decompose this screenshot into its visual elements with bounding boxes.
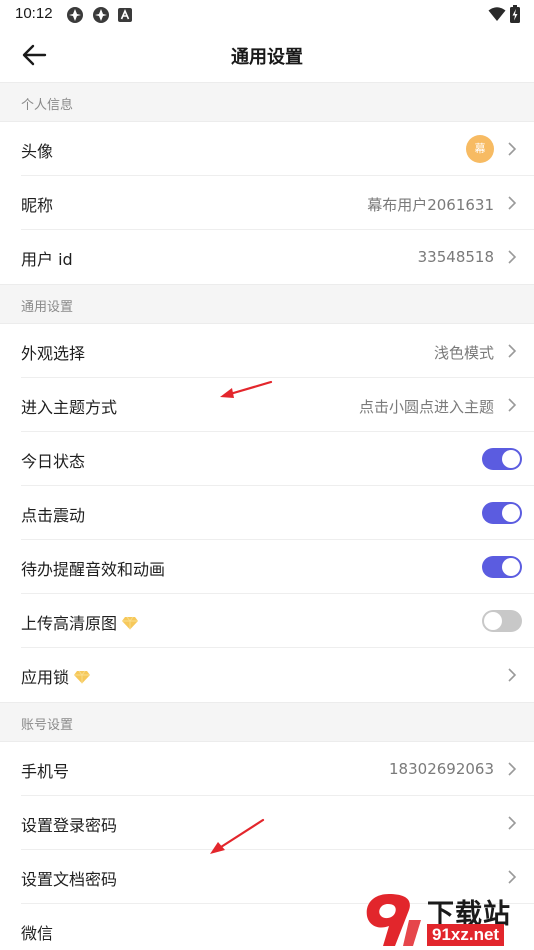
row-label: 上传高清原图 <box>21 610 139 634</box>
battery-charging-icon <box>510 5 520 23</box>
row-user-id[interactable]: 用户 id 33548518 <box>0 230 534 284</box>
row-avatar[interactable]: 头像 幕 <box>0 122 534 176</box>
section-header-account: 账号设置 <box>0 702 534 742</box>
section-title: 个人信息 <box>21 98 74 113</box>
chevron-right-icon <box>508 250 517 264</box>
row-todo-sound: 待办提醒音效和动画 <box>0 540 534 594</box>
row-label-text: 上传高清原图 <box>21 614 118 633</box>
nav-bar: 通用设置 <box>0 30 534 82</box>
toggle-knob <box>484 612 502 630</box>
row-app-lock[interactable]: 应用锁 <box>0 648 534 702</box>
row-phone[interactable]: 手机号 18302692063 <box>0 742 534 796</box>
row-value: 33548518 <box>417 248 494 266</box>
row-value: 点击小圆点进入主题 <box>358 398 494 416</box>
section-header-personal: 个人信息 <box>0 82 534 122</box>
row-label-text: 应用锁 <box>21 668 70 687</box>
row-label: 手机号 <box>21 762 70 781</box>
section-title: 通用设置 <box>21 300 74 315</box>
app-notification-icon <box>67 7 83 23</box>
watermark-domain: 91xz.net <box>427 924 505 946</box>
row-value: 幕布用户2061631 <box>367 196 494 214</box>
page-title: 通用设置 <box>231 47 303 68</box>
toggle-knob <box>502 504 520 522</box>
chevron-right-icon <box>508 816 517 830</box>
row-hd-upload: 上传高清原图 <box>0 594 534 648</box>
row-label: 应用锁 <box>21 664 91 688</box>
status-bar: 10:12 <box>0 0 534 30</box>
row-label: 微信 <box>21 924 54 943</box>
row-tap-vibration: 点击震动 <box>0 486 534 540</box>
row-label: 用户 id <box>21 250 73 269</box>
todo-sound-toggle[interactable] <box>482 556 522 578</box>
chevron-right-icon <box>508 762 517 776</box>
chevron-right-icon <box>508 344 517 358</box>
row-value: 18302692063 <box>389 760 494 778</box>
row-nickname[interactable]: 昵称 幕布用户2061631 <box>0 176 534 230</box>
row-login-password[interactable]: 设置登录密码 <box>0 796 534 850</box>
annotation-arrow-icon <box>210 818 265 854</box>
row-label: 点击震动 <box>21 506 86 525</box>
row-today-status: 今日状态 <box>0 432 534 486</box>
wifi-icon <box>488 7 506 21</box>
avatar: 幕 <box>466 135 494 163</box>
row-appearance[interactable]: 外观选择 浅色模式 <box>0 324 534 378</box>
chevron-right-icon <box>508 668 517 682</box>
row-label: 进入主题方式 <box>21 398 118 417</box>
row-label: 头像 <box>21 142 54 161</box>
diamond-icon <box>74 670 91 684</box>
section-title: 账号设置 <box>21 718 74 733</box>
text-a-icon <box>118 8 132 22</box>
row-label: 昵称 <box>21 196 54 215</box>
row-label: 外观选择 <box>21 344 86 363</box>
chevron-right-icon <box>508 870 517 884</box>
status-right-cluster <box>488 5 520 23</box>
row-value: 浅色模式 <box>433 344 494 362</box>
toggle-knob <box>502 558 520 576</box>
diamond-icon <box>122 616 139 630</box>
today-status-toggle[interactable] <box>482 448 522 470</box>
row-label: 设置登录密码 <box>21 816 118 835</box>
status-time: 10:12 <box>15 5 53 22</box>
tap-vibration-toggle[interactable] <box>482 502 522 524</box>
annotation-arrow-icon <box>220 380 273 398</box>
chevron-right-icon <box>508 398 517 412</box>
watermark-logo-icon <box>366 894 421 946</box>
watermark: 下载站 91xz.net <box>359 890 534 950</box>
app-notification-icon <box>93 7 109 23</box>
row-label: 设置文档密码 <box>21 870 118 889</box>
toggle-knob <box>502 450 520 468</box>
chevron-right-icon <box>508 142 517 156</box>
row-label: 待办提醒音效和动画 <box>21 560 166 579</box>
section-header-general: 通用设置 <box>0 284 534 324</box>
row-label: 今日状态 <box>21 452 86 471</box>
hd-upload-toggle[interactable] <box>482 610 522 632</box>
chevron-right-icon <box>508 196 517 210</box>
